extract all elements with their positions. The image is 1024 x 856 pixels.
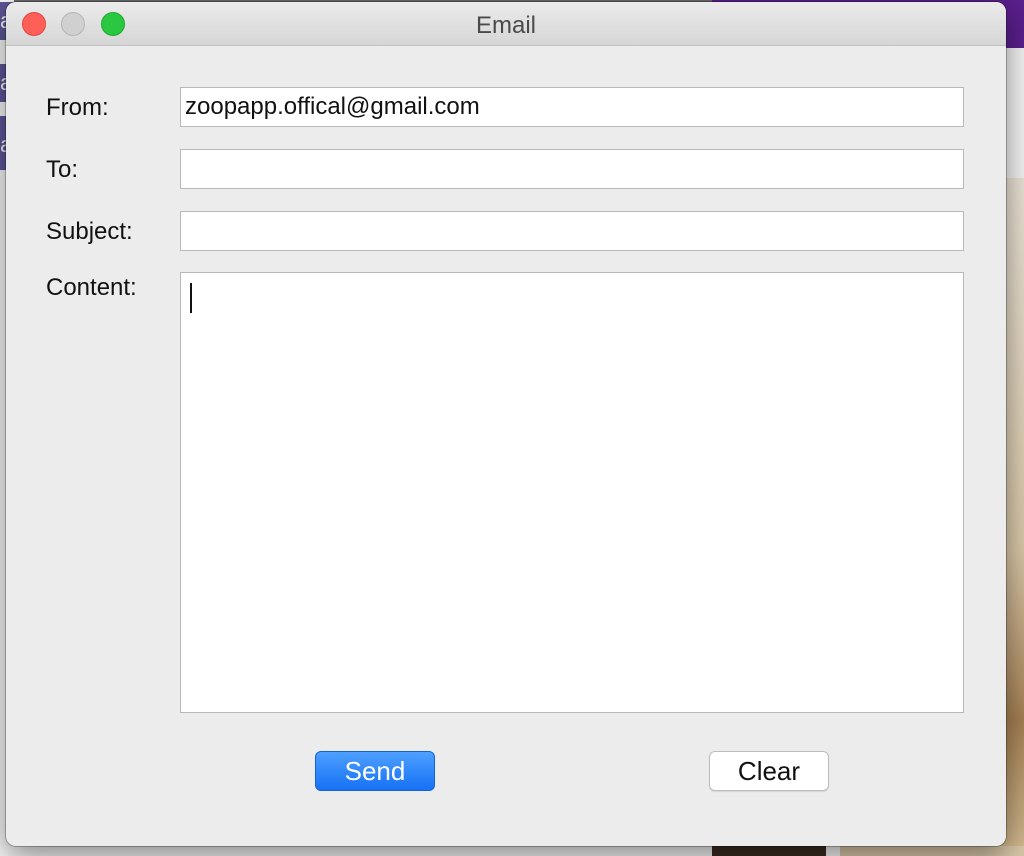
content-label: Content:: [46, 274, 137, 301]
send-button[interactable]: Send: [315, 751, 435, 791]
window-title: Email: [475, 12, 536, 39]
to-field[interactable]: [180, 149, 964, 189]
email-window: Email From: To: Subject: Content: Send C…: [6, 2, 1006, 846]
from-field[interactable]: [180, 87, 964, 127]
clear-button[interactable]: Clear: [709, 751, 829, 791]
content-textarea[interactable]: [180, 272, 964, 713]
from-label: From:: [46, 94, 109, 121]
subject-field[interactable]: [180, 211, 964, 251]
background-window-bottom: [0, 846, 1024, 856]
to-label: To:: [46, 156, 79, 183]
text-caret: [190, 283, 192, 313]
title-bar[interactable]: Email: [6, 2, 1006, 46]
subject-label: Subject:: [46, 218, 133, 245]
